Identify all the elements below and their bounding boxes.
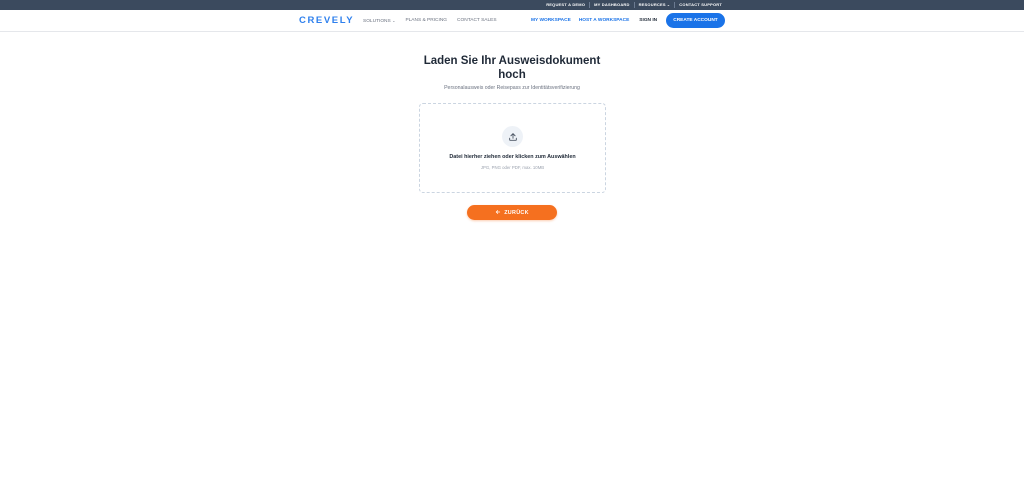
back-button-label: ZURÜCK [504, 209, 529, 216]
nav-link-sign-in[interactable]: SIGN IN [639, 18, 657, 23]
nav-link-host-workspace[interactable]: HOST A WORKSPACE [579, 18, 629, 23]
upload-icon [502, 126, 523, 147]
main-nav: CREVELY SOLUTIONS ⌄ PLANS & PRICING CONT… [0, 10, 1024, 32]
nav-right-links: MY WORKSPACE HOST A WORKSPACE SIGN IN [531, 18, 657, 23]
dropzone-file-types: JPG, PNG oder PDF, max. 10MB [480, 165, 545, 170]
page-subtitle: Personalausweis oder Reisepass zur Ident… [444, 85, 580, 91]
nav-link-solutions[interactable]: SOLUTIONS ⌄ [363, 18, 395, 24]
file-dropzone[interactable]: Datei hierher ziehen oder klicken zum Au… [419, 103, 606, 193]
nav-link-my-workspace[interactable]: MY WORKSPACE [531, 18, 571, 23]
logo[interactable]: CREVELY [299, 15, 354, 26]
nav-link-contact-sales[interactable]: CONTACT SALES [457, 18, 497, 24]
nav-link-plans-pricing[interactable]: PLANS & PRICING [405, 18, 447, 24]
chevron-down-icon: ⌄ [666, 2, 671, 7]
nav-link-solutions-label: SOLUTIONS [363, 19, 391, 24]
back-button[interactable]: ZURÜCK [467, 205, 557, 220]
utility-link-request-demo[interactable]: REQUEST A DEMO [542, 0, 589, 10]
create-account-button[interactable]: CREATE ACCOUNT [666, 13, 725, 28]
dropzone-instruction: Datei hierher ziehen oder klicken zum Au… [449, 154, 576, 160]
page-title: Laden Sie Ihr Ausweisdokument hoch [423, 55, 601, 81]
utility-bar: REQUEST A DEMO MY DASHBOARD RESOURCES⌄ C… [0, 0, 1024, 10]
chevron-down-icon: ⌄ [392, 18, 396, 23]
utility-link-contact-support[interactable]: CONTACT SUPPORT [675, 0, 726, 10]
utility-link-resources[interactable]: RESOURCES⌄ [635, 0, 675, 10]
utility-link-my-dashboard[interactable]: MY DASHBOARD [590, 0, 633, 10]
nav-left-links: SOLUTIONS ⌄ PLANS & PRICING CONTACT SALE… [363, 18, 497, 24]
utility-link-resources-label: RESOURCES [638, 2, 666, 7]
arrow-left-icon [495, 209, 501, 217]
